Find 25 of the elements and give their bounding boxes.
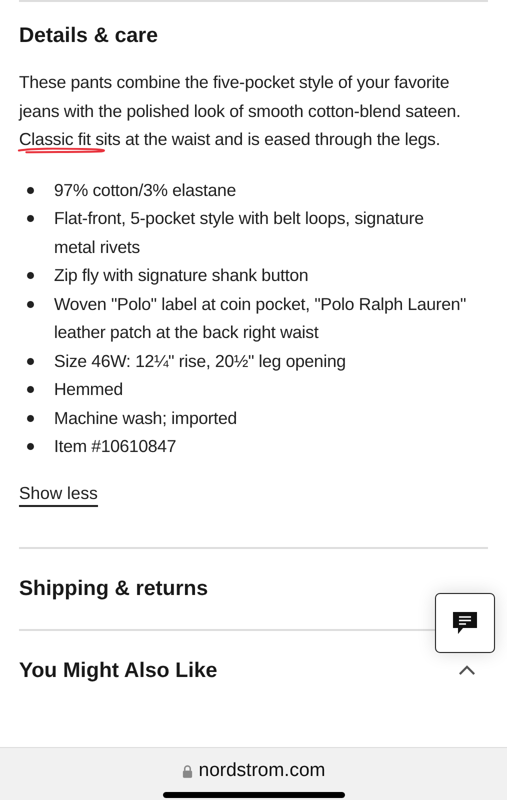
bullet-icon [27,358,34,364]
bullet-icon [27,414,34,422]
address-bar[interactable]: nordstrom.com [198,760,326,782]
detail-item: Zip fly with signature shank button [54,264,308,287]
detail-item: 97% cotton/3% elastane [54,178,236,202]
show-less-link[interactable]: Show less [19,480,98,506]
bullet-icon [27,443,34,450]
section-heading[interactable]: Shipping & returns [19,576,208,600]
detail-item: Size 46W: 12¼" rise, 20½" leg opening [54,350,346,373]
section-heading[interactable]: You Might Also Like [19,658,218,682]
bullet-icon [27,300,34,308]
detail-item: Woven "Polo" label at coin pocket, "Polo Ralph Lauren" leather patch at the back right waist [54,292,468,344]
product-description: These pants combine the five-pocket style of your favorite jeans with the polished look of smooth cotton-blend sateen. Classic fit sits at the waist and is eased through the legs. [19,68,471,154]
chat-button[interactable] [435,593,495,653]
detail-item: Item #10610847 [54,435,176,458]
bullet-icon [27,386,34,393]
detail-item: Flat-front, 5-pocket style with belt loops, signature metal rivets [54,207,425,258]
bullet-icon [27,186,34,194]
detail-item: Hemmed [54,378,123,401]
bullet-icon [27,215,34,222]
section-heading: Details & care [19,24,159,48]
bullet-icon [27,272,34,279]
chevron-icon[interactable] [458,665,476,676]
lock-icon [182,764,193,778]
detail-item: Machine wash; imported [54,406,237,430]
